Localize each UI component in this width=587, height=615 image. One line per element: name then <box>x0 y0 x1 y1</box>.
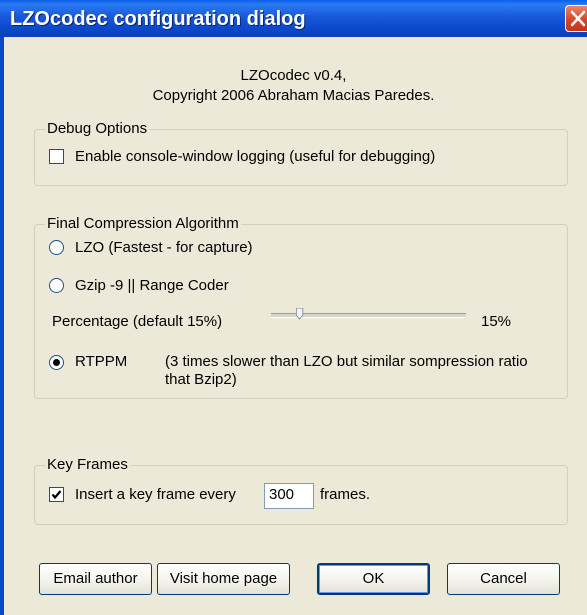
gzip-radio-label[interactable]: Gzip -9 || Range Coder <box>75 277 229 295</box>
percentage-label: Percentage (default 15%) <box>52 313 223 330</box>
rtppm-description-line1: (3 times slower than LZO but similar som… <box>165 353 528 370</box>
config-dialog: LZOcodec configuration dialog LZOcodec v… <box>0 0 587 615</box>
gzip-radio[interactable] <box>49 278 64 293</box>
key-frame-interval-input[interactable]: 300 <box>264 483 314 509</box>
email-author-button[interactable]: Email author <box>39 563 152 595</box>
percentage-value: 15% <box>481 313 512 330</box>
copyright-text: Copyright 2006 Abraham Macias Paredes. <box>152 87 435 104</box>
window-frame-left <box>0 37 4 615</box>
version-text: LZOcodec v0.4, <box>240 67 347 84</box>
checkmark-icon <box>51 490 62 500</box>
lzo-radio-label[interactable]: LZO (Fastest - for capture) <box>75 239 253 257</box>
close-icon <box>570 10 586 27</box>
console-logging-label[interactable]: Enable console-window logging (useful fo… <box>75 148 435 166</box>
ok-button-label: OK <box>362 570 385 587</box>
key-frame-label[interactable]: Insert a key frame every <box>75 486 236 504</box>
console-logging-checkbox[interactable] <box>49 149 64 164</box>
radio-selected-dot <box>53 359 60 366</box>
close-button[interactable] <box>565 5 587 32</box>
key-frames-label: Key Frames <box>45 456 130 474</box>
cancel-button[interactable]: Cancel <box>447 563 560 595</box>
ok-button[interactable]: OK <box>317 563 430 595</box>
key-frame-checkbox[interactable] <box>49 487 64 502</box>
compression-label: Final Compression Algorithm <box>45 215 241 233</box>
rtppm-radio[interactable] <box>49 355 64 370</box>
lzo-radio[interactable] <box>49 240 64 255</box>
visit-home-page-button[interactable]: Visit home page <box>157 563 290 595</box>
rtppm-radio-label[interactable]: RTPPM <box>75 353 127 371</box>
percentage-slider-thumb[interactable] <box>296 308 304 320</box>
title-bar[interactable]: LZOcodec configuration dialog <box>0 0 587 37</box>
debug-options-label: Debug Options <box>45 120 150 138</box>
key-frame-suffix: frames. <box>320 486 371 503</box>
rtppm-description-line2: that Bzip2) <box>165 371 237 388</box>
window-title: LZOcodec configuration dialog <box>10 8 306 30</box>
